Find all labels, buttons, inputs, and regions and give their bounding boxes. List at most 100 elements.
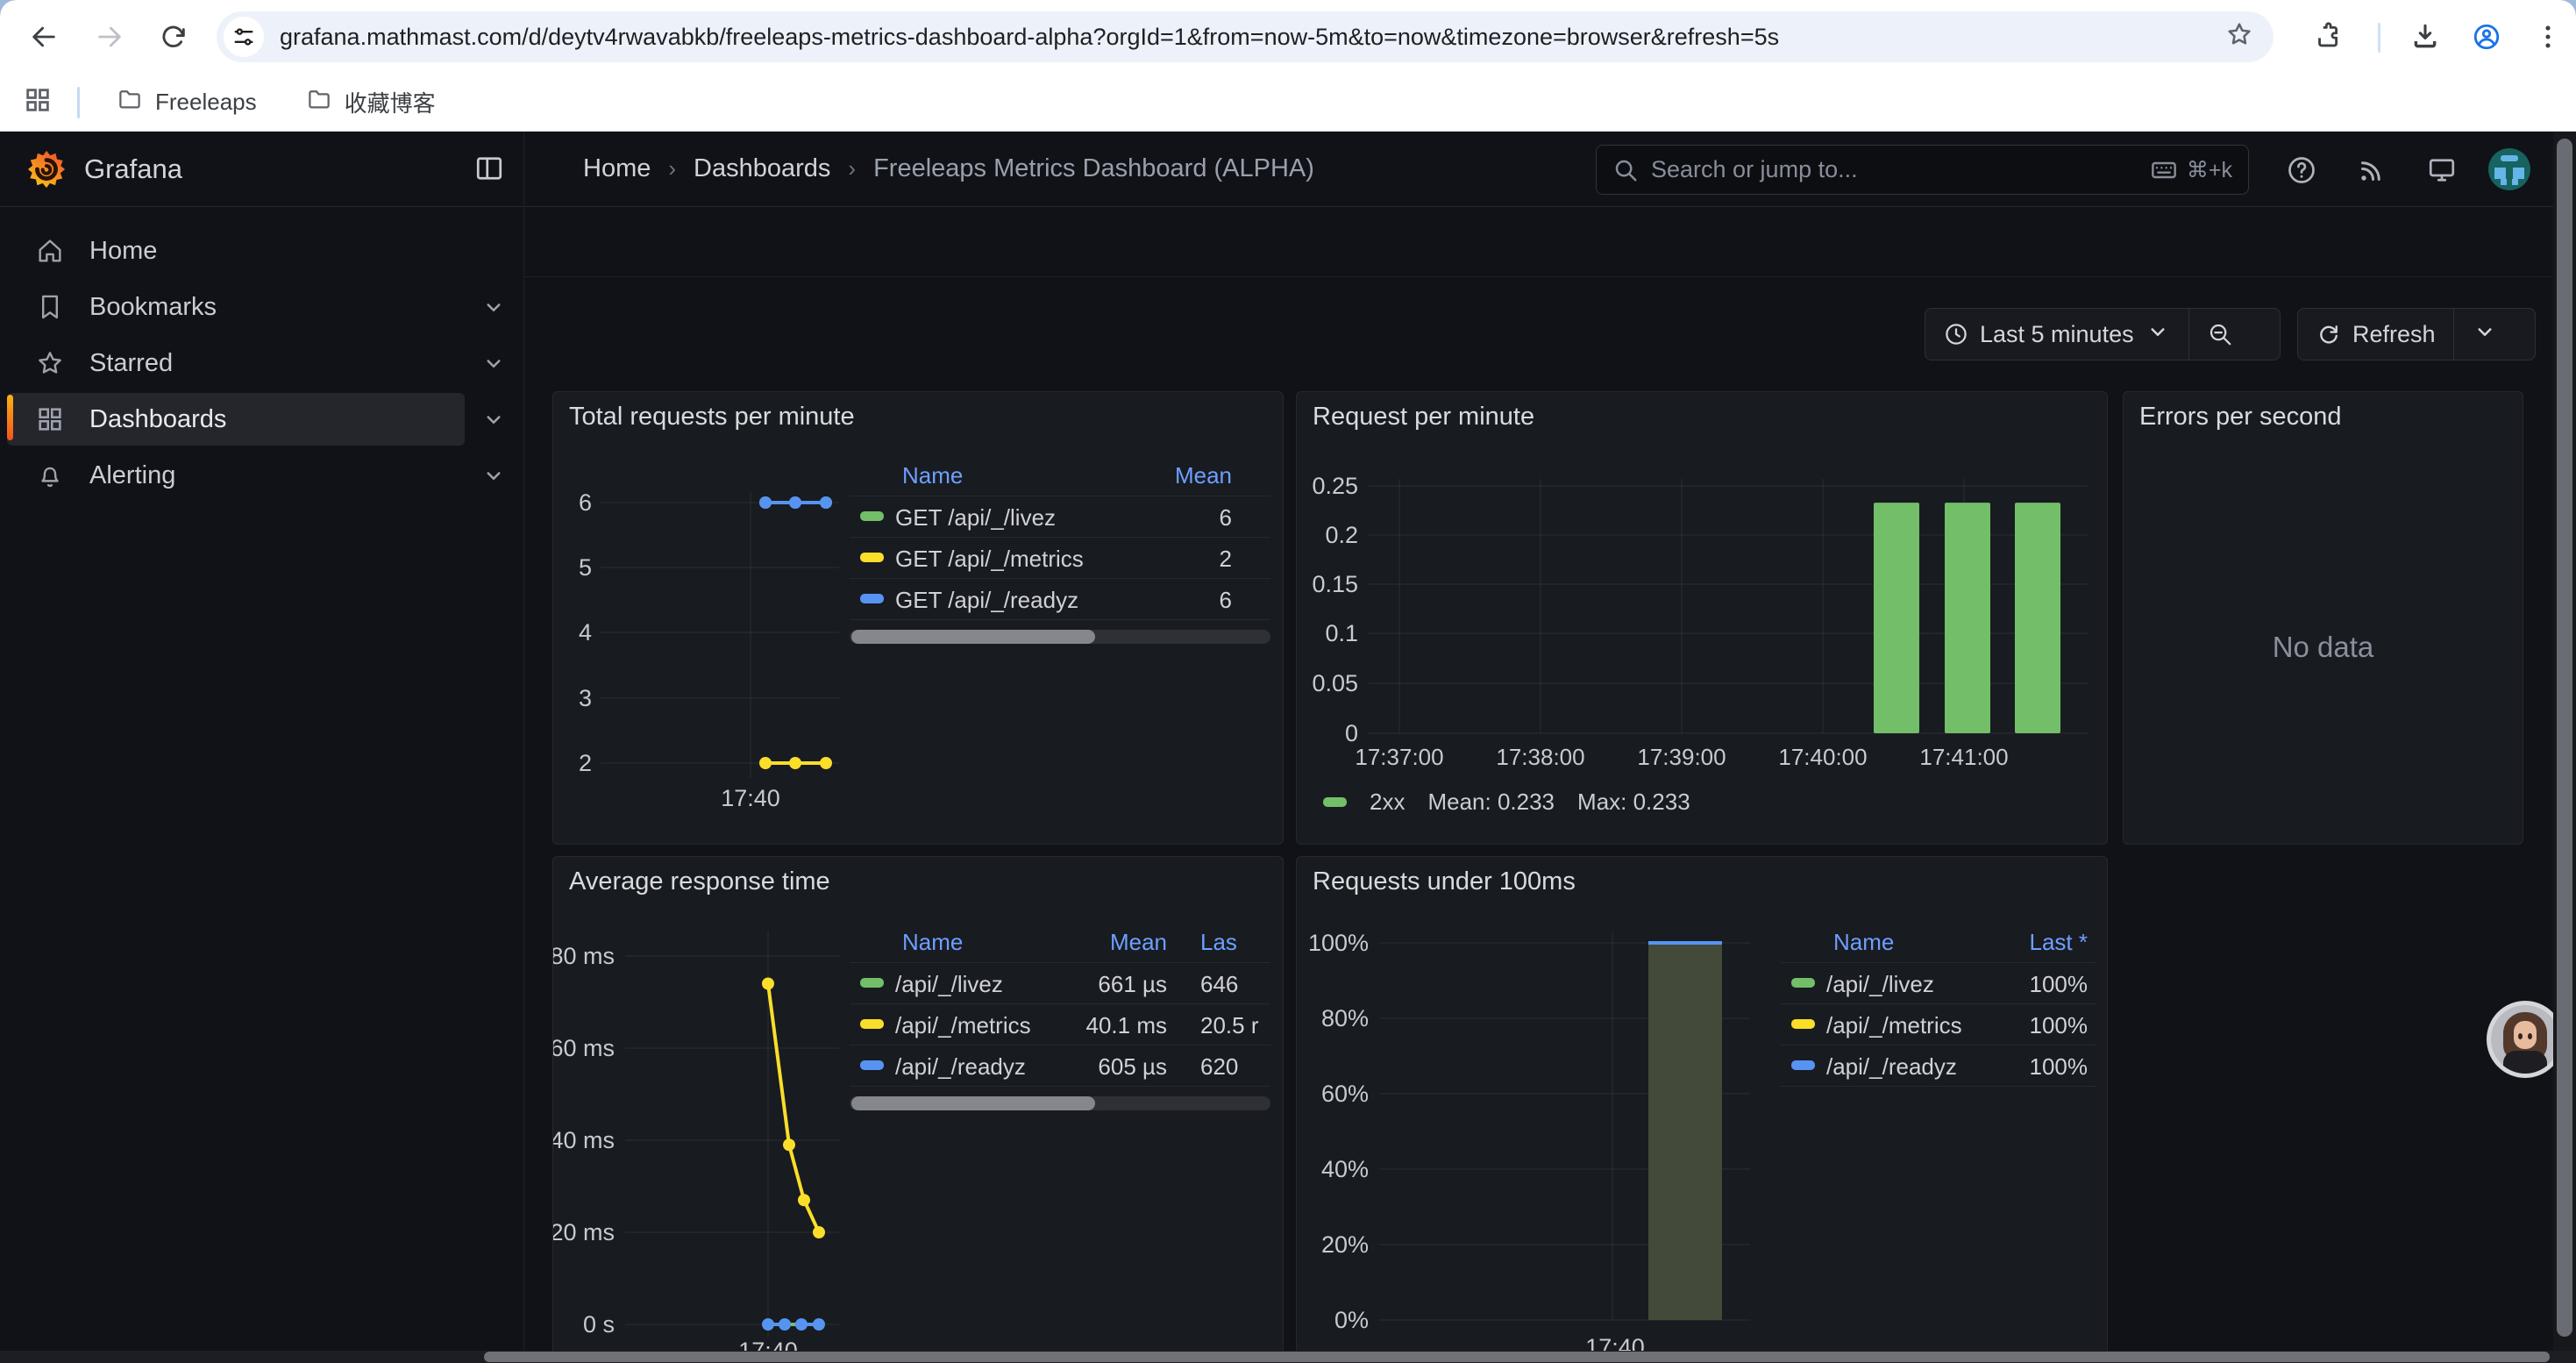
svg-text:20 ms: 20 ms xyxy=(553,1219,615,1245)
svg-text:17:40: 17:40 xyxy=(721,785,780,811)
chart-canvas[interactable]: 0.250.20.150.10.05017:37:0017:38:0017:39… xyxy=(1297,392,2109,846)
chart-canvas[interactable]: 100%80%60%40%20%0%17:40 xyxy=(1297,857,2109,1363)
profile-button[interactable] xyxy=(2466,16,2508,58)
legend-header-last[interactable]: Last * xyxy=(2030,929,2089,956)
refresh-icon xyxy=(2316,321,2342,347)
time-controls-row: Last 5 minutes Refresh xyxy=(524,277,2576,374)
url-text[interactable]: grafana.mathmast.com/d/deytv4rwavabkb/fr… xyxy=(280,24,2224,51)
sidebar-header: Grafana xyxy=(0,132,524,207)
sidebar-item-alerting[interactable]: Alerting xyxy=(0,447,524,503)
legend-value: 100% xyxy=(2030,1053,2089,1081)
sidebar-item-starred[interactable]: Starred xyxy=(0,335,524,391)
legend-header-name[interactable]: Name xyxy=(902,929,963,956)
apps-grid-button[interactable] xyxy=(23,85,58,120)
legend-series-name[interactable]: /api/_/metrics xyxy=(895,1012,1031,1039)
time-range-button[interactable]: Last 5 minutes xyxy=(1925,309,2188,360)
svg-text:0%: 0% xyxy=(1334,1307,1369,1333)
legend-series-swatch xyxy=(860,511,884,521)
search-input[interactable]: Search or jump to... ⌘+k xyxy=(1596,145,2249,195)
legend-series-name[interactable]: /api/_/livez xyxy=(1826,971,1934,998)
legend-series-name[interactable]: GET /api/_/readyz xyxy=(895,587,1078,614)
legend-header-mean[interactable]: Mean xyxy=(1175,462,1232,489)
search-shortcut: ⌘+k xyxy=(2150,156,2232,184)
legend-series-name[interactable]: /api/_/metrics xyxy=(1826,1012,1962,1039)
sidebar-item-bookmarks[interactable]: Bookmarks xyxy=(0,279,524,335)
screen-button[interactable] xyxy=(2422,150,2462,190)
legend-series-name[interactable]: /api/_/readyz xyxy=(895,1053,1026,1081)
horizontal-scrollbar-thumb[interactable] xyxy=(484,1352,2550,1362)
legend-scrollbar-thumb[interactable] xyxy=(851,1096,1095,1110)
bookmark-star-button[interactable] xyxy=(2224,19,2259,54)
downloads-button[interactable] xyxy=(2404,16,2446,58)
zoom-out-button[interactable] xyxy=(2189,309,2251,360)
help-button[interactable] xyxy=(2281,150,2322,190)
news-rss-button[interactable] xyxy=(2352,150,2392,190)
browser-window: grafana.mathmast.com/d/deytv4rwavabkb/fr… xyxy=(0,0,2576,1363)
legend-value: 100% xyxy=(2030,971,2089,998)
user-avatar[interactable] xyxy=(2488,148,2530,190)
back-button[interactable] xyxy=(19,12,68,61)
chevron-down-icon xyxy=(2145,318,2171,351)
no-data-message: No data xyxy=(2124,631,2523,664)
refresh-button[interactable]: Refresh xyxy=(2298,309,2453,360)
chevron-down-icon[interactable] xyxy=(480,350,507,376)
legend-value: 605 µs xyxy=(1098,1053,1167,1081)
legend-header-mean[interactable]: Mean xyxy=(1110,929,1167,956)
sidebar-item-label: Alerting xyxy=(89,461,175,490)
browser-menu-button[interactable] xyxy=(2527,16,2569,58)
legend-value: 100% xyxy=(2030,1012,2089,1039)
legend-header-last[interactable]: Las xyxy=(1200,929,1237,956)
legend-series-name[interactable]: GET /api/_/livez xyxy=(895,504,1056,532)
browser-toolbar: grafana.mathmast.com/d/deytv4rwavabkb/fr… xyxy=(0,0,2576,74)
active-indicator xyxy=(7,395,13,440)
bookmark-item[interactable]: 收藏博客 xyxy=(294,79,448,125)
time-picker-group: Last 5 minutes xyxy=(1925,308,2281,360)
star-icon xyxy=(2224,19,2254,49)
url-bar[interactable]: grafana.mathmast.com/d/deytv4rwavabkb/fr… xyxy=(217,11,2274,62)
panel-title[interactable]: Errors per second xyxy=(2139,403,2342,432)
legend-series-swatch xyxy=(860,1060,884,1070)
avatar-body xyxy=(2503,1051,2547,1077)
bookmark-label: 收藏博客 xyxy=(345,86,436,118)
forward-button[interactable] xyxy=(85,12,134,61)
bookmark-item[interactable]: Freeleaps xyxy=(104,79,269,125)
legend-mean-value: Mean: 0.233 xyxy=(1427,789,1555,816)
chevron-down-icon[interactable] xyxy=(480,294,507,320)
sidebar-item-label: Starred xyxy=(89,349,173,378)
sidebar-item-dashboards[interactable]: Dashboards xyxy=(0,391,524,447)
refresh-interval-button[interactable] xyxy=(2454,309,2516,360)
legend-series-swatch xyxy=(860,553,884,562)
breadcrumb-item[interactable]: Home xyxy=(583,154,651,183)
extensions-button[interactable] xyxy=(2306,16,2348,58)
chevron-down-icon[interactable] xyxy=(480,406,507,432)
breadcrumb-item[interactable]: Dashboards xyxy=(694,154,830,183)
legend-series-swatch xyxy=(1791,1019,1815,1029)
legend-header-name[interactable]: Name xyxy=(902,462,963,489)
chevron-down-icon[interactable] xyxy=(480,462,507,489)
site-settings-button[interactable] xyxy=(224,17,264,57)
apps-icon xyxy=(35,404,65,434)
svg-text:60%: 60% xyxy=(1321,1081,1369,1107)
bookmarks-bar: Freeleaps 收藏博客 xyxy=(0,74,2576,132)
legend-header-name[interactable]: Name xyxy=(1833,929,1894,956)
legend-series-name[interactable]: GET /api/_/metrics xyxy=(895,546,1084,573)
legend-value: 6 xyxy=(1220,587,1232,614)
legend-row: 2xxMean: 0.233Max: 0.233 xyxy=(1323,789,1690,816)
panel-left-icon xyxy=(473,153,505,184)
legend-series-swatch xyxy=(1791,978,1815,988)
sidebar-toggle-button[interactable] xyxy=(473,153,509,188)
legend-series-name[interactable]: /api/_/readyz xyxy=(1826,1053,1957,1081)
sidebar-nav: HomeBookmarks Starred Dashboards Alerting xyxy=(0,223,524,503)
sidebar-item-home[interactable]: Home xyxy=(0,223,524,279)
vertical-scrollbar-thumb[interactable] xyxy=(2557,139,2572,1337)
svg-text:100%: 100% xyxy=(1308,930,1369,956)
breadcrumb-item[interactable]: Freeleaps Metrics Dashboard (ALPHA) xyxy=(873,154,1314,183)
legend-series-name[interactable]: 2xx xyxy=(1370,789,1405,816)
legend-scrollbar-thumb[interactable] xyxy=(851,630,1095,644)
legend-series-name[interactable]: /api/_/livez xyxy=(895,971,1003,998)
extension-avatar-widget[interactable] xyxy=(2487,1001,2564,1078)
clock-icon xyxy=(1943,321,1969,347)
reload-button[interactable] xyxy=(149,12,198,61)
grafana-app: Home›Dashboards›Freeleaps Metrics Dashbo… xyxy=(0,132,2576,1363)
breadcrumb: Home›Dashboards›Freeleaps Metrics Dashbo… xyxy=(583,154,1314,183)
